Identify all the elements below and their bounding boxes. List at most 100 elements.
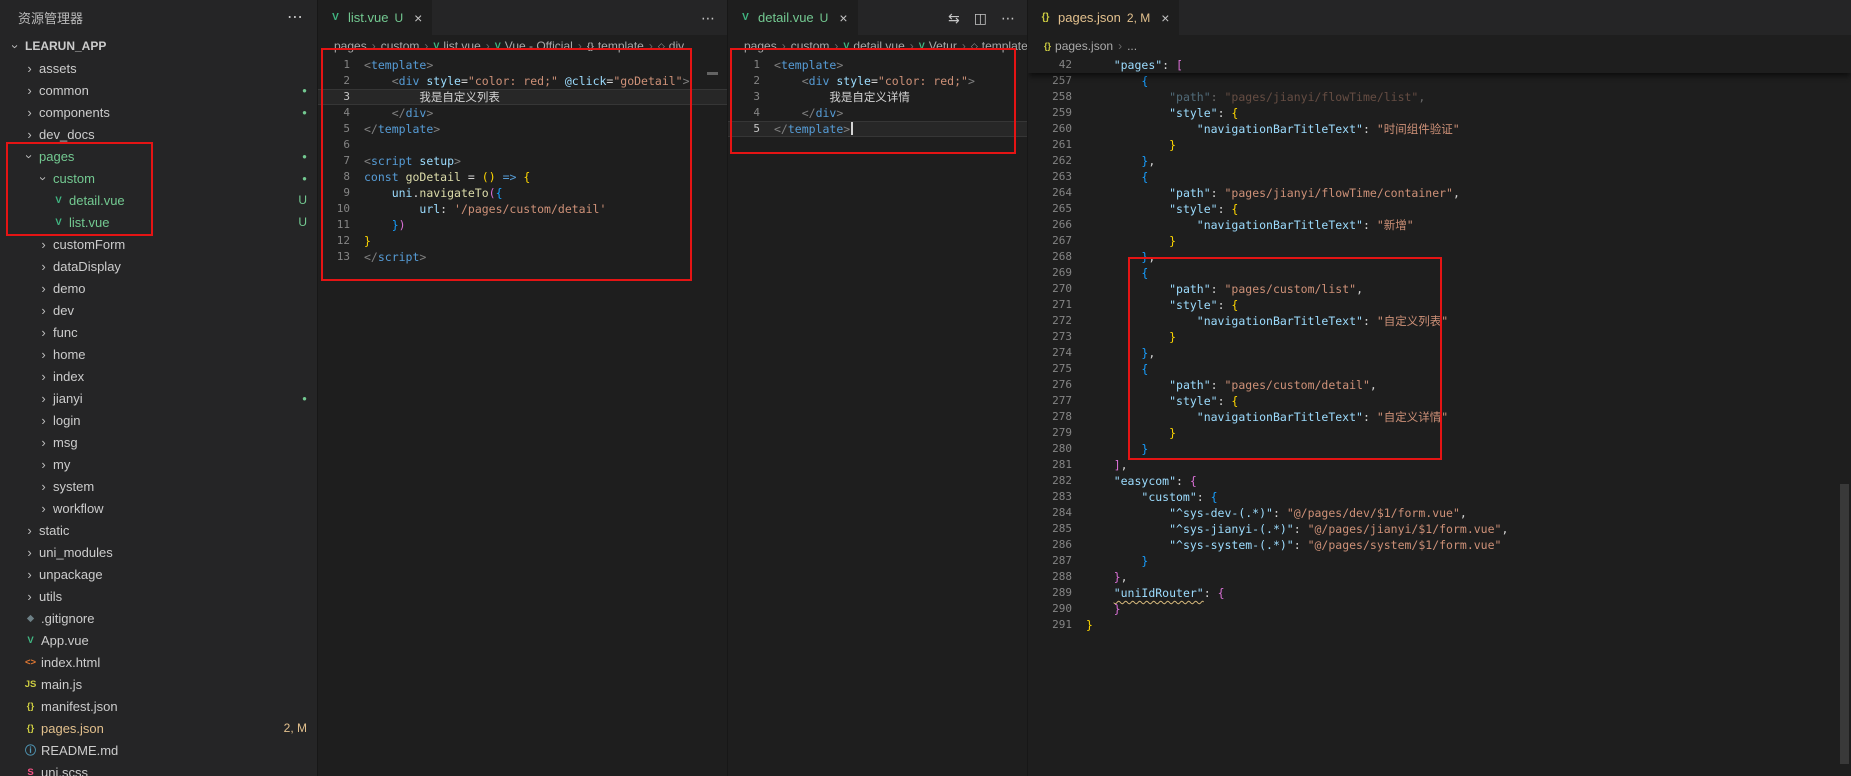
code-line[interactable]: 8const goDetail = () => { [318,169,727,185]
breadcrumb-item[interactable]: {}template [587,39,644,53]
tree-item-index[interactable]: ›index [0,365,317,387]
tree-item-msg[interactable]: ›msg [0,431,317,453]
tree-item-my[interactable]: ›my [0,453,317,475]
tree-item-list.vue[interactable]: Vlist.vueU [0,211,317,233]
code-line[interactable]: 12} [318,233,727,249]
code-line[interactable]: 270 "path": "pages/custom/list", [1028,281,1851,297]
code-line[interactable]: 288 }, [1028,569,1851,585]
tree-item-system[interactable]: ›system [0,475,317,497]
code-line[interactable]: 10 url: '/pages/custom/detail' [318,201,727,217]
tree-item-custom[interactable]: ›custom● [0,167,317,189]
code-line[interactable]: 277 "style": { [1028,393,1851,409]
tab-detail-vue[interactable]: Vdetail.vueU× [728,0,859,35]
tree-item-home[interactable]: ›home [0,343,317,365]
code-line[interactable]: 289 "uniIdRouter": { [1028,585,1851,601]
code-line[interactable]: 2 <div style="color: red;" @click="goDet… [318,73,727,89]
tree-item-detail.vue[interactable]: Vdetail.vueU [0,189,317,211]
tree-item-workflow[interactable]: ›workflow [0,497,317,519]
tree-item-customForm[interactable]: ›customForm [0,233,317,255]
breadcrumb-item[interactable]: custom [381,39,420,53]
code-line[interactable]: 290 } [1028,601,1851,617]
code-line[interactable]: 11 }) [318,217,727,233]
more-actions-icon[interactable]: ⋯ [287,10,303,26]
code-line[interactable]: 263 { [1028,169,1851,185]
code-line[interactable]: 258 "path": "pages/jianyi/flowTime/list"… [1028,89,1851,105]
code-line[interactable]: 3 我是自定义列表 [318,89,727,105]
code-editor-pages-json[interactable]: 42 "pages": [257 {258 "path": "pages/jia… [1028,57,1851,776]
breadcrumb-item[interactable]: Vdetail.vue [843,39,904,53]
code-line[interactable]: 268 }, [1028,249,1851,265]
code-line[interactable]: 276 "path": "pages/custom/detail", [1028,377,1851,393]
breadcrumb-item[interactable]: pages [334,39,367,53]
tree-item-uni_modules[interactable]: ›uni_modules [0,541,317,563]
code-line[interactable]: 260 "navigationBarTitleText": "时间组件验证" [1028,121,1851,137]
breadcrumb-item[interactable]: Vlist.vue [433,39,480,53]
code-line[interactable]: 282 "easycom": { [1028,473,1851,489]
tree-item-static[interactable]: ›static [0,519,317,541]
breadcrumb-item[interactable]: ... [1127,39,1137,53]
code-line[interactable]: 266 "navigationBarTitleText": "新增" [1028,217,1851,233]
breadcrumb-item[interactable]: custom [791,39,830,53]
code-line[interactable]: 278 "navigationBarTitleText": "自定义详情" [1028,409,1851,425]
tab-list-vue[interactable]: Vlist.vueU× [318,0,433,35]
tree-item-unpackage[interactable]: ›unpackage [0,563,317,585]
code-line[interactable]: 264 "path": "pages/jianyi/flowTime/conta… [1028,185,1851,201]
tree-item-manifest.json[interactable]: {}manifest.json [0,695,317,717]
tree-root-learun-app[interactable]: › LEARUN_APP [0,35,317,57]
code-line[interactable]: 284 "^sys-dev-(.*)": "@/pages/dev/$1/for… [1028,505,1851,521]
code-line[interactable]: 291} [1028,617,1851,633]
code-line[interactable]: 1<template> [728,57,1027,73]
code-line[interactable]: 5</template> [318,121,727,137]
code-line[interactable]: 274 }, [1028,345,1851,361]
tree-item-pages[interactable]: ›pages● [0,145,317,167]
tree-item-common[interactable]: ›common● [0,79,317,101]
split-editor-icon[interactable]: ◫ [974,11,987,25]
code-line[interactable]: 4 </div> [728,105,1027,121]
code-editor-detail-vue[interactable]: 1<template>2 <div style="color: red;">3 … [728,57,1027,776]
code-line[interactable]: 286 "^sys-system-(.*)": "@/pages/system/… [1028,537,1851,553]
code-line[interactable]: 267 } [1028,233,1851,249]
code-line[interactable]: 7<script setup> [318,153,727,169]
code-line[interactable]: 2 <div style="color: red;"> [728,73,1027,89]
code-line[interactable]: 273 } [1028,329,1851,345]
code-line[interactable]: 13</script> [318,249,727,265]
close-icon[interactable]: × [1161,10,1169,26]
more-actions-icon[interactable]: ⋯ [701,11,715,25]
code-line[interactable]: 285 "^sys-jianyi-(.*)": "@/pages/jianyi/… [1028,521,1851,537]
tree-item-dev[interactable]: ›dev [0,299,317,321]
code-line[interactable]: 279 } [1028,425,1851,441]
code-line[interactable]: 262 }, [1028,153,1851,169]
code-line[interactable]: 265 "style": { [1028,201,1851,217]
code-line[interactable]: 259 "style": { [1028,105,1851,121]
breadcrumb-item[interactable]: ◇div [658,39,684,53]
tree-item-index.html[interactable]: <>index.html [0,651,317,673]
tree-item-App.vue[interactable]: VApp.vue [0,629,317,651]
code-line[interactable]: 269 { [1028,265,1851,281]
code-line[interactable]: 257 { [1028,73,1851,89]
tree-item-.gitignore[interactable]: ◆.gitignore [0,607,317,629]
code-line[interactable]: 283 "custom": { [1028,489,1851,505]
tree-item-uni.scss[interactable]: Suni.scss [0,761,317,776]
tree-item-utils[interactable]: ›utils [0,585,317,607]
code-line[interactable]: 280 } [1028,441,1851,457]
close-icon[interactable]: × [414,10,422,26]
code-line[interactable]: 9 uni.navigateTo({ [318,185,727,201]
tree-item-assets[interactable]: ›assets [0,57,317,79]
tree-item-pages.json[interactable]: {}pages.json2, M [0,717,317,739]
breadcrumb-item[interactable]: {}pages.json [1044,39,1113,53]
breadcrumb-item[interactable]: VVetur [919,39,957,53]
more-actions-icon[interactable]: ⋯ [1001,11,1015,25]
close-icon[interactable]: × [839,10,847,26]
code-line[interactable]: 271 "style": { [1028,297,1851,313]
breadcrumb-item[interactable]: ◇template [971,39,1028,53]
tree-item-components[interactable]: ›components● [0,101,317,123]
code-line[interactable]: 287 } [1028,553,1851,569]
code-editor-list-vue[interactable]: 1<template>2 <div style="color: red;" @c… [318,57,727,776]
code-line[interactable]: 272 "navigationBarTitleText": "自定义列表" [1028,313,1851,329]
code-line[interactable]: 4 </div> [318,105,727,121]
code-line[interactable]: 275 { [1028,361,1851,377]
scrollbar-thumb[interactable] [1840,484,1849,764]
tree-item-README.md[interactable]: ⓘREADME.md [0,739,317,761]
tree-item-demo[interactable]: ›demo [0,277,317,299]
breadcrumb-item[interactable]: VVue - Official [495,39,573,53]
